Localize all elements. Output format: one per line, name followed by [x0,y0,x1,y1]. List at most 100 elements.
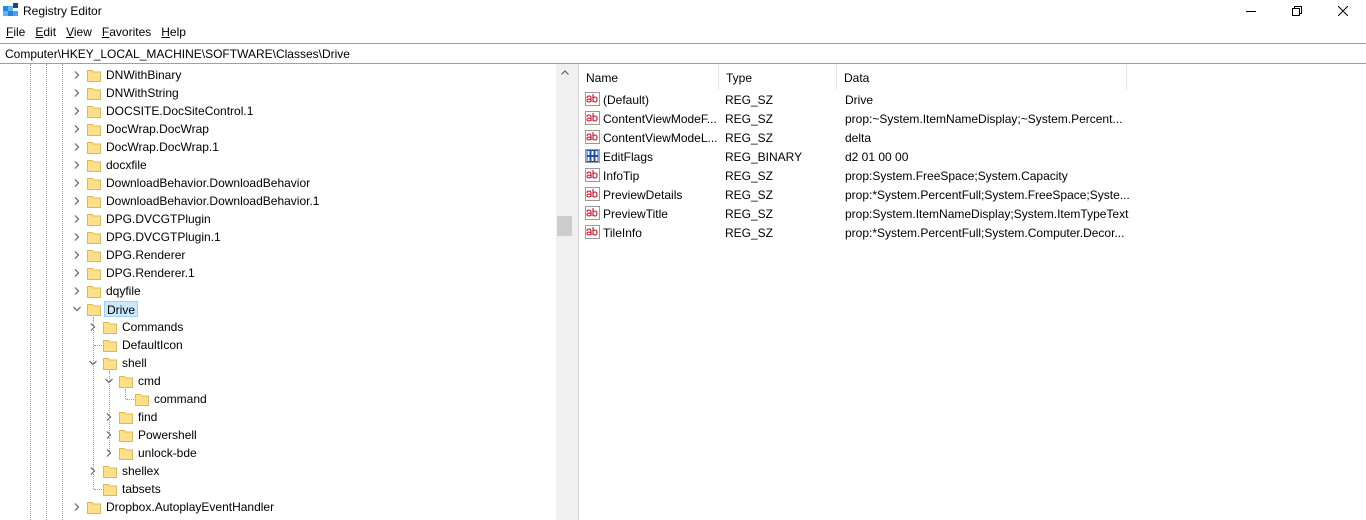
menu-help[interactable]: Help [156,23,191,42]
tree-item-dnwithbinary[interactable]: DNWithBinary [0,66,555,84]
tree-item-docxfile[interactable]: docxfile [0,156,555,174]
chevron-right-icon[interactable] [72,250,82,260]
chevron-right-icon[interactable] [72,196,82,206]
list-row[interactable]: ContentViewModeF... REG_SZ prop:~System.It… [579,109,1366,128]
tree-item-shell[interactable]: shell [0,354,555,372]
key-tree[interactable]: DNWithBinary DNWithString DOCSITE.DocSiteC… [0,64,573,520]
value-name: EditFlags [603,150,654,164]
restore-button[interactable] [1274,0,1320,22]
tree-item-find[interactable]: find [0,408,555,426]
address-bar[interactable]: Computer\HKEY_LOCAL_MACHINE\SOFTWARE\Cla… [0,43,1366,64]
minimize-button[interactable] [1228,0,1274,22]
tree-connector-line [126,399,134,400]
chevron-right-icon[interactable] [72,124,82,134]
scroll-thumb[interactable] [557,216,572,236]
column-header-data[interactable]: Data [837,64,1127,90]
tree-item-dpg-renderer-1[interactable]: DPG.Renderer.1 [0,264,555,282]
folder-icon [103,466,117,478]
folder-icon [87,70,101,82]
tree-item-dropbox-autoplayeventhandler[interactable]: Dropbox.AutoplayEventHandler [0,498,555,516]
folder-icon [103,340,117,352]
folder-icon [103,322,117,334]
string-value-icon [585,130,600,144]
folder-icon [87,88,101,100]
tree-item-drive[interactable]: Drive [0,300,555,318]
minimize-icon [1246,11,1256,12]
tree-scrollbar[interactable] [556,64,573,520]
list-row[interactable]: TileInfo REG_SZ prop:*System.PercentFull;S… [579,223,1366,242]
title-bar: Registry Editor [0,0,1366,22]
folder-icon [135,394,149,406]
value-data: d2 01 00 00 [845,150,909,164]
tree-item-cmd[interactable]: cmd [0,372,555,390]
folder-icon [119,376,133,388]
tree-connector-line [109,371,110,453]
chevron-right-icon[interactable] [72,70,82,80]
tree-item-dpg-renderer[interactable]: DPG.Renderer [0,246,555,264]
tree-item-label: shellex [122,464,160,478]
column-header-type[interactable]: Type [719,64,837,90]
menu-edit[interactable]: Edit [30,23,61,42]
list-row[interactable]: PreviewTitle REG_SZ prop:System.ItemNameDi… [579,204,1366,223]
chevron-right-icon[interactable] [72,502,82,512]
chevron-right-icon[interactable] [72,106,82,116]
tree-item-dpg-dvcgtplugin-1[interactable]: DPG.DVCGTPlugin.1 [0,228,555,246]
chevron-down-icon[interactable] [72,304,82,314]
list-row[interactable]: PreviewDetails REG_SZ prop:*System.Percent… [579,185,1366,204]
folder-icon [87,106,101,118]
tree-item-label: DOCSITE.DocSiteControl.1 [106,104,254,118]
column-header-name[interactable]: Name [579,64,719,90]
value-data: delta [845,131,872,145]
tree-item-tabsets[interactable]: tabsets [0,480,555,498]
list-row[interactable]: ContentViewModeL... REG_SZ delta [579,128,1366,147]
close-button[interactable] [1320,0,1366,22]
tree-item-label: dqyfile [106,284,141,298]
chevron-right-icon[interactable] [72,214,82,224]
menu-favorites[interactable]: Favorites [97,23,156,42]
list-row[interactable]: InfoTip REG_SZ prop:System.FreeSpace;Syste… [579,166,1366,185]
tree-item-dqyfile[interactable]: dqyfile [0,282,555,300]
chevron-right-icon[interactable] [72,232,82,242]
tree-item-label: command [154,392,207,406]
tree-item-shellex[interactable]: shellex [0,462,555,480]
tree-item-downloadbehavior-downloadbehavior[interactable]: DownloadBehavior.DownloadBehavior [0,174,555,192]
value-name: PreviewDetails [603,188,683,202]
tree-item-label: cmd [138,374,161,388]
menu-file[interactable]: File [1,23,30,42]
list-row[interactable]: EditFlags REG_BINARY d2 01 00 00 [579,147,1366,166]
tree-item-command[interactable]: command [0,390,555,408]
string-value-icon [585,92,600,106]
folder-icon [87,142,101,154]
tree-item-dnwithstring[interactable]: DNWithString [0,84,555,102]
tree-item-docsite-docsitecontrol-1[interactable]: DOCSITE.DocSiteControl.1 [0,102,555,120]
tree-item-powershell[interactable]: Powershell [0,426,555,444]
folder-icon [87,250,101,262]
menu-view[interactable]: View [61,23,97,42]
tree-item-downloadbehavior-downloadbehavior-1[interactable]: DownloadBehavior.DownloadBehavior.1 [0,192,555,210]
values-list[interactable]: Name Type Data (Default) REG_SZ Drive Conte… [578,64,1366,520]
close-icon [1338,6,1348,16]
chevron-right-icon[interactable] [72,286,82,296]
tree-item-label: DNWithBinary [106,68,182,82]
chevron-up-icon [560,70,569,75]
list-row[interactable]: (Default) REG_SZ Drive [579,90,1366,109]
folder-icon [87,286,101,298]
chevron-right-icon[interactable] [72,178,82,188]
scroll-up-button[interactable] [556,64,573,81]
chevron-right-icon[interactable] [72,160,82,170]
chevron-right-icon[interactable] [72,88,82,98]
value-data: prop:System.FreeSpace;System.Capacity [845,169,1068,183]
chevron-right-icon[interactable] [72,142,82,152]
value-name: ContentViewModeF... [603,112,717,126]
chevron-right-icon[interactable] [72,268,82,278]
tree-item-label: DefaultIcon [122,338,183,352]
folder-icon [103,358,117,370]
tree-item-unlock-bde[interactable]: unlock-bde [0,444,555,462]
tree-item-defaulticon[interactable]: DefaultIcon [0,336,555,354]
tree-item-commands[interactable]: Commands [0,318,555,336]
tree-item-docwrap-docwrap[interactable]: DocWrap.DocWrap [0,120,555,138]
tree-item-dpg-dvcgtplugin[interactable]: DPG.DVCGTPlugin [0,210,555,228]
value-data: prop:System.ItemNameDisplay;System.ItemT… [845,207,1129,221]
tree-item-docwrap-docwrap-1[interactable]: DocWrap.DocWrap.1 [0,138,555,156]
folder-icon [119,412,133,424]
